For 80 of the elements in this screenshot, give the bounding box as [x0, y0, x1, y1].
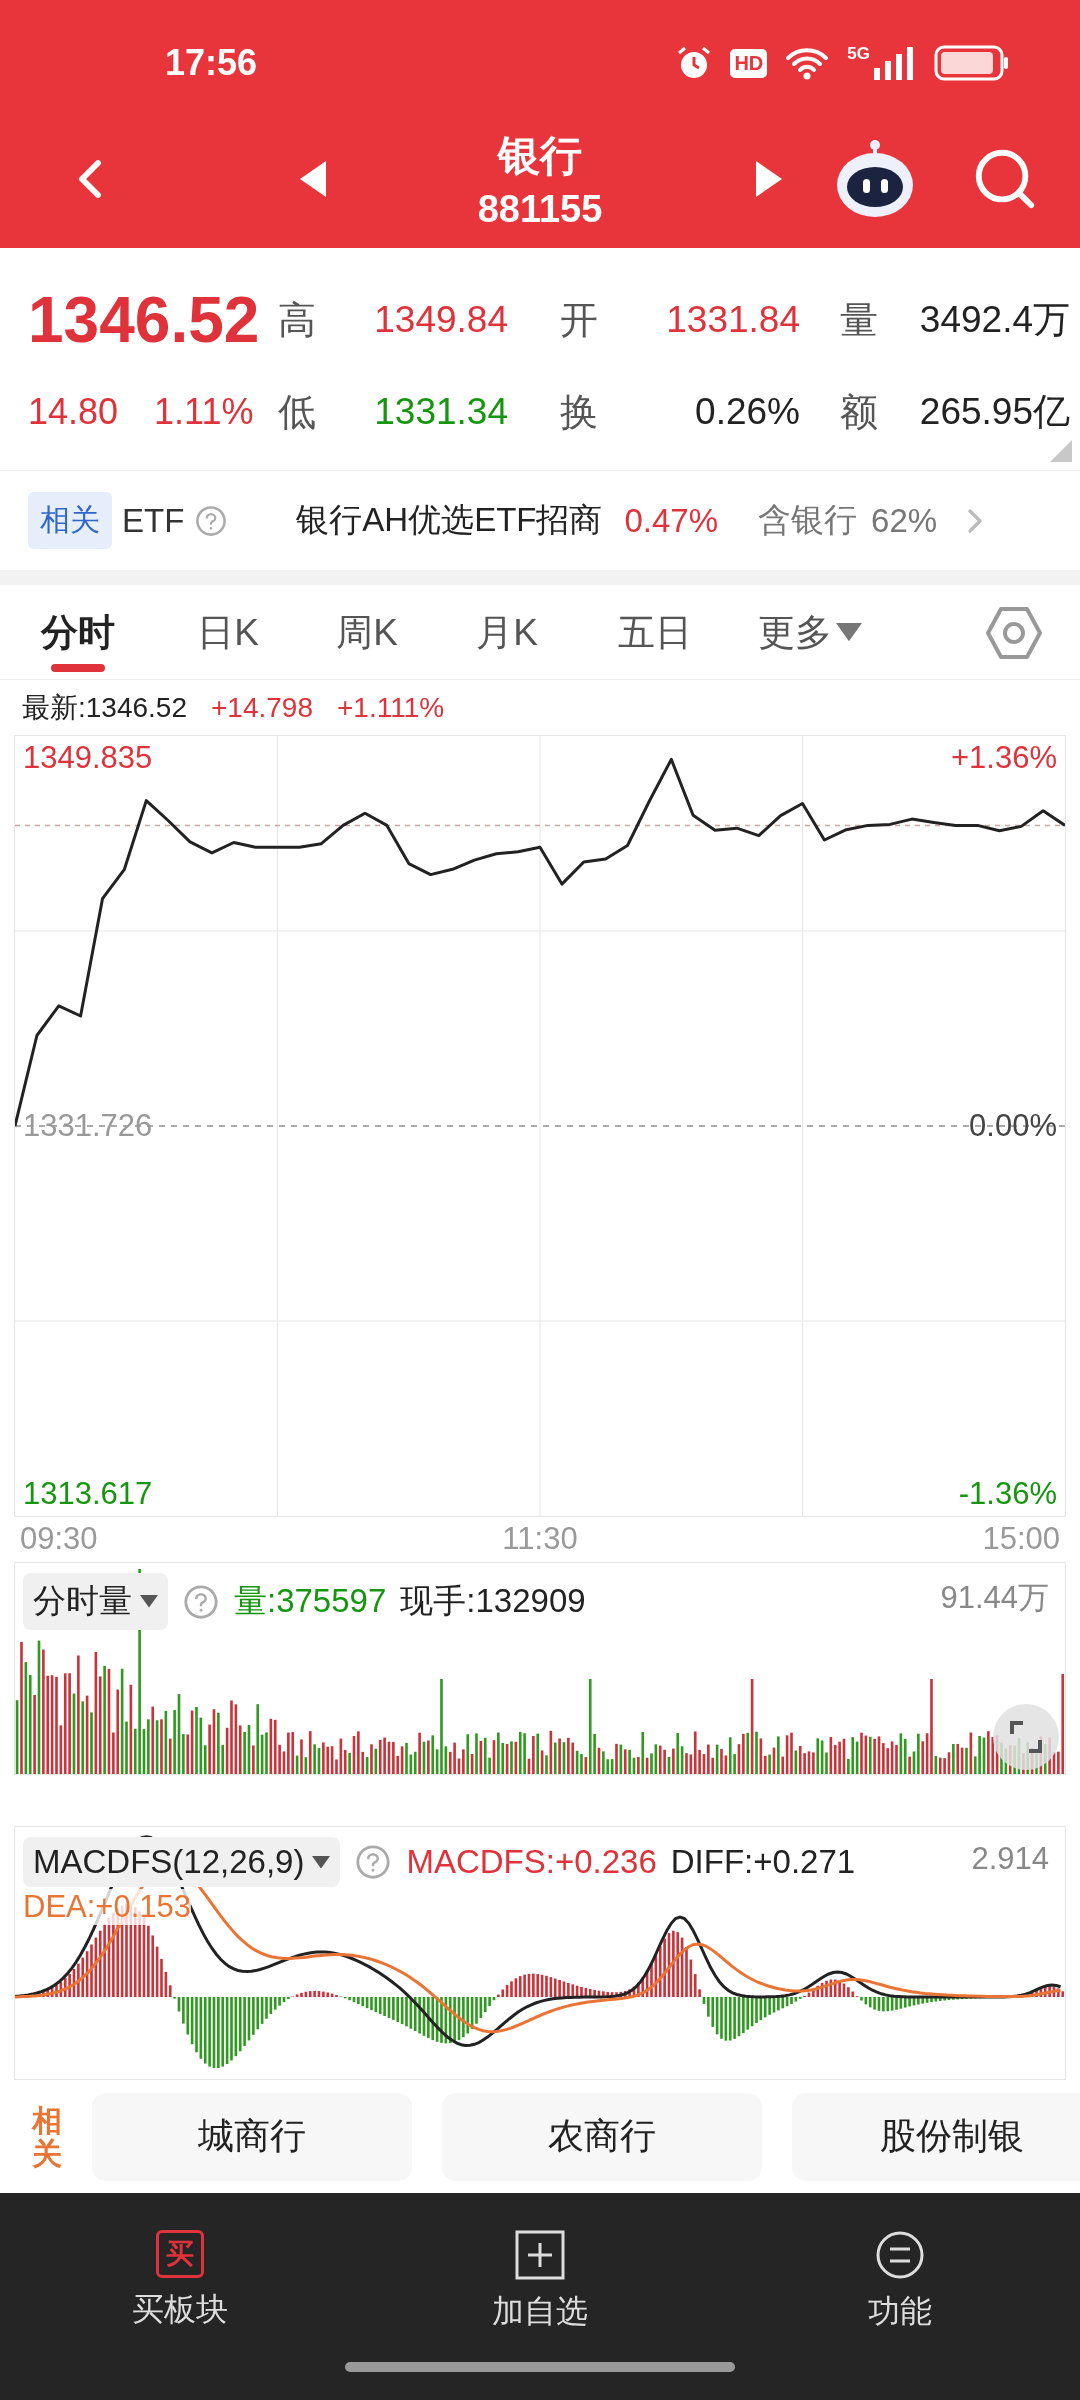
- network-label: 5G: [847, 44, 870, 64]
- expand-icon: [1009, 1720, 1043, 1754]
- chart-tab[interactable]: 月K: [434, 585, 580, 680]
- stat-label: 高: [278, 297, 317, 343]
- menu-circle-icon: [875, 2230, 925, 2280]
- price-change: 14.80: [28, 391, 119, 433]
- bottom-nav-button[interactable]: 买 买板块: [0, 2229, 360, 2335]
- help-icon[interactable]: [354, 1843, 393, 1881]
- related-sector-card[interactable]: 农商行: [442, 2092, 762, 2181]
- stat-value: 1331.34: [373, 391, 509, 433]
- caret-icon: [836, 623, 862, 642]
- price-axis-label: 1313.617: [23, 1475, 153, 1512]
- sector-code: 881155: [477, 187, 603, 231]
- settings-icon[interactable]: [986, 604, 1042, 661]
- right-triangle-icon: [756, 161, 782, 197]
- alarm-icon: [676, 45, 713, 81]
- percent-axis-label: 0.00%: [969, 1107, 1057, 1144]
- dea-value: DEA:+0.153: [23, 1889, 192, 1925]
- price-change-percent: 1.11%: [154, 391, 254, 433]
- volume-indicator-selector[interactable]: 分时量: [23, 1573, 168, 1630]
- percent-axis-label: -1.36%: [958, 1475, 1057, 1512]
- help-icon[interactable]: [182, 1582, 220, 1621]
- stat-label: 开: [559, 297, 599, 343]
- chart-tab[interactable]: 五日: [580, 585, 730, 680]
- related-sector-card[interactable]: 城商行: [92, 2092, 412, 2181]
- chart-tab[interactable]: 更多: [730, 585, 890, 680]
- time-axis-label: 11:30: [502, 1521, 578, 1557]
- chart-tab[interactable]: 分时: [0, 585, 156, 680]
- chart-tab[interactable]: 周K: [300, 585, 434, 680]
- stat-value: 1331.84: [665, 299, 801, 341]
- battery-icon: [934, 45, 1010, 81]
- percent-axis-label: +1.36%: [951, 740, 1057, 777]
- volume-value: 量:375597: [234, 1581, 387, 1621]
- etf-change: 0.47%: [624, 501, 719, 540]
- sector-title: 银行: [498, 130, 582, 181]
- chart-tab[interactable]: 日K: [156, 585, 300, 680]
- price-axis-label: 1349.835: [23, 740, 153, 777]
- related-label: 相关: [32, 2103, 62, 2170]
- wifi-icon: [785, 46, 830, 80]
- macd-value: MACDFS:+0.236: [406, 1843, 657, 1881]
- add-square-icon: [515, 2230, 565, 2280]
- related-tag: 相关: [28, 492, 112, 549]
- buy-badge: 买: [156, 2230, 204, 2278]
- macd-indicator-selector[interactable]: MACDFS(12,26,9): [23, 1837, 341, 1887]
- stat-label: 额: [839, 389, 879, 435]
- time-axis-label: 09:30: [20, 1521, 98, 1557]
- latest-change-percent: +1.111%: [337, 691, 445, 724]
- signal-icon: [872, 46, 916, 80]
- help-icon[interactable]: [194, 503, 229, 538]
- etf-label: ETF: [122, 501, 185, 540]
- caret-icon: [140, 1595, 158, 1608]
- expand-corner-icon[interactable]: [1050, 440, 1072, 462]
- macd-max-label: 2.914: [971, 1841, 1049, 1877]
- holding-label: 含银行: [758, 500, 858, 540]
- caret-icon: [312, 1855, 331, 1869]
- current-hand-value: 现手:132909: [400, 1581, 586, 1621]
- stat-label: 量: [839, 297, 879, 343]
- latest-price: 最新:1346.52: [22, 690, 187, 725]
- related-sector-card[interactable]: 股份制银: [792, 2092, 1080, 2181]
- stat-label: 换: [559, 389, 599, 435]
- holding-percent: 62%: [871, 501, 938, 540]
- stat-value: 3492.4万: [918, 298, 1070, 342]
- status-time: 17:56: [165, 42, 258, 84]
- stat-value: 1349.84: [373, 299, 509, 341]
- bottom-nav-button[interactable]: 加自选: [360, 2229, 720, 2335]
- etf-name[interactable]: 银行AH优选ETF招商: [296, 498, 603, 543]
- hd-badge: HD: [730, 48, 768, 78]
- current-price: 1346.52: [28, 283, 261, 357]
- bottom-nav-button[interactable]: 功能: [720, 2229, 1080, 2335]
- stat-value: 0.26%: [694, 391, 801, 433]
- previous-button[interactable]: [300, 161, 326, 197]
- latest-change: +14.798: [211, 691, 313, 724]
- next-button[interactable]: [756, 161, 782, 197]
- price-axis-label: 1331.726: [23, 1107, 153, 1144]
- stat-value: 265.95亿: [918, 390, 1070, 434]
- volume-max-label: 91.44万: [940, 1579, 1049, 1617]
- left-triangle-icon: [300, 161, 326, 197]
- stat-label: 低: [278, 389, 317, 435]
- time-axis-label: 15:00: [982, 1521, 1060, 1557]
- diff-value: DIFF:+0.271: [670, 1843, 856, 1881]
